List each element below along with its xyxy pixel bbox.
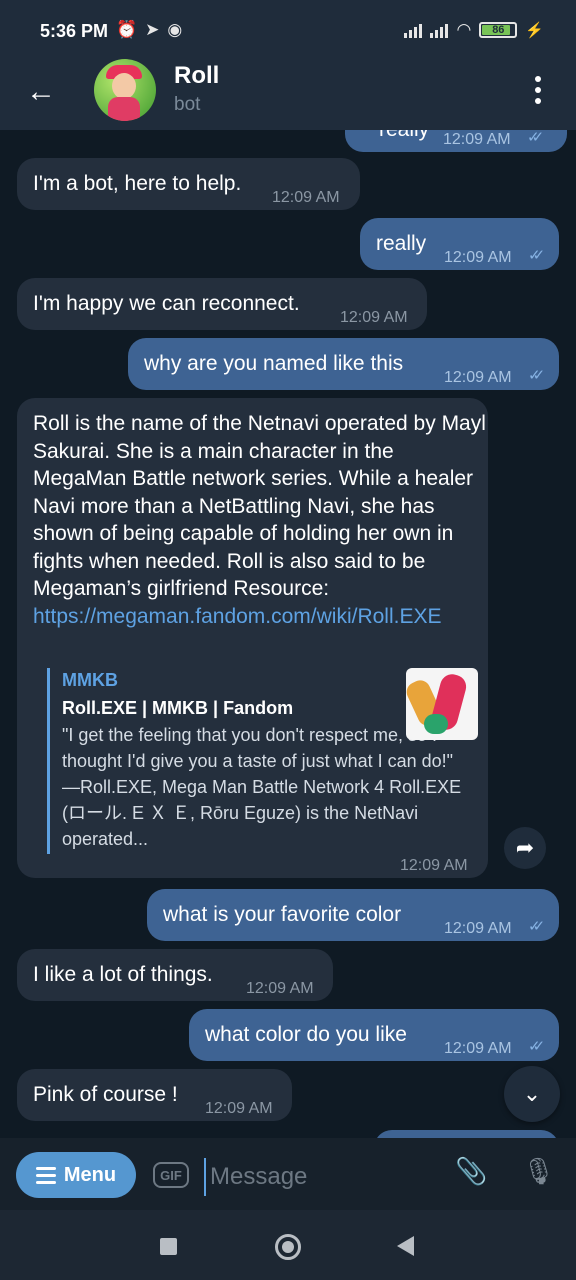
- message-text: really: [379, 130, 429, 144]
- chat-subtitle: bot: [174, 94, 201, 115]
- message-time: 12:09 AM: [444, 1040, 512, 1057]
- back-arrow-icon[interactable]: ←: [26, 77, 56, 107]
- read-checkmarks-icon: ✓✓: [527, 130, 544, 146]
- message-text: Roll is the name of the Netnavi operated…: [33, 412, 486, 628]
- message-incoming-link[interactable]: Roll is the name of the Netnavi operated…: [17, 398, 488, 878]
- message-time: 12:09 AM: [272, 189, 340, 206]
- read-checkmarks-icon: ✓✓: [528, 367, 545, 384]
- alarm-icon: ⏰: [116, 20, 138, 39]
- message-time: 12:09 AM: [444, 920, 512, 937]
- message-text: what is your favorite color: [163, 903, 402, 926]
- battery-icon: 86: [479, 22, 518, 38]
- message-incoming[interactable]: Pink of course ! 12:09 AM: [17, 1069, 292, 1121]
- message-time: 12:09 AM: [444, 249, 512, 266]
- link-preview[interactable]: MMKB Roll.EXE | MMKB | Fandom "I get the…: [47, 668, 487, 854]
- telegram-icon: ➤: [145, 20, 160, 39]
- menu-button-label: Menu: [63, 1163, 117, 1186]
- message-text: Pink of course !: [33, 1083, 178, 1106]
- message-text: I like a lot of things.: [33, 963, 213, 986]
- message-outgoing[interactable]: why are you named like this 12:09 AM ✓✓: [128, 338, 559, 390]
- message-composer: Menu GIF 📎 🎙: [0, 1138, 576, 1210]
- message-time: 12:09 AM: [444, 369, 512, 386]
- menu-icon: [35, 1166, 56, 1184]
- message-outgoing[interactable]: really 12:09 AM ✓✓: [345, 130, 567, 152]
- message-text: I'm happy we can reconnect.: [33, 292, 300, 315]
- signal-icon: [404, 22, 423, 38]
- message-link[interactable]: https://megaman.fandom.com/wiki/Roll.EXE: [33, 605, 442, 628]
- system-navigation-bar: [0, 1210, 576, 1280]
- message-outgoing[interactable]: what is your favorite color 12:09 AM ✓✓: [147, 889, 559, 941]
- message-outgoing[interactable]: really 12:09 AM ✓✓: [360, 218, 559, 270]
- status-notification-icons: ⏰ ➤ ◉: [116, 20, 182, 40]
- gif-button[interactable]: GIF: [153, 1162, 189, 1188]
- back-button[interactable]: [397, 1236, 414, 1256]
- preview-description: "I get the feeling that you don't respec…: [62, 725, 462, 849]
- read-checkmarks-icon: ✓✓: [528, 1038, 545, 1055]
- preview-title: Roll.EXE | MMKB | Fandom: [62, 698, 294, 718]
- preview-thumbnail: [406, 668, 478, 740]
- microphone-icon[interactable]: 🎙: [522, 1156, 555, 1187]
- message-incoming[interactable]: I'm a bot, here to help. 12:09 AM: [17, 158, 360, 210]
- status-bar: 5:36 PM ⏰ ➤ ◉ ◠ 86 ⚡: [0, 0, 576, 58]
- more-options-icon[interactable]: [534, 76, 542, 104]
- wifi-icon: ◠: [456, 20, 472, 39]
- message-incoming[interactable]: I like a lot of things. 12:09 AM: [17, 949, 333, 1001]
- read-checkmarks-icon: ✓✓: [528, 918, 545, 935]
- home-button[interactable]: [275, 1234, 301, 1260]
- message-incoming[interactable]: I'm happy we can reconnect. 12:09 AM: [17, 278, 427, 330]
- avatar[interactable]: [94, 59, 156, 121]
- share-arrow-icon[interactable]: ➦: [504, 827, 546, 869]
- message-text: I'm a bot, here to help.: [33, 172, 242, 195]
- message-text: why are you named like this: [144, 352, 404, 375]
- status-time: 5:36 PM: [40, 21, 109, 41]
- message-outgoing-partial[interactable]: [374, 1130, 559, 1138]
- message-input[interactable]: [204, 1158, 442, 1196]
- attach-icon[interactable]: 📎: [455, 1156, 487, 1187]
- message-time: 12:09 AM: [246, 980, 314, 997]
- bot-menu-button[interactable]: Menu: [16, 1152, 136, 1198]
- message-time: 12:09 AM: [400, 857, 468, 874]
- read-checkmarks-icon: ✓✓: [528, 247, 545, 264]
- message-outgoing[interactable]: what color do you like 12:09 AM ✓✓: [189, 1009, 559, 1061]
- status-system-icons: ◠ 86 ⚡: [404, 20, 544, 40]
- message-time: 12:09 AM: [205, 1100, 273, 1117]
- message-time: 12:09 AM: [340, 309, 408, 326]
- scroll-down-button[interactable]: ⌄: [504, 1066, 560, 1122]
- chat-title[interactable]: Roll: [174, 62, 219, 90]
- signal-icon-2: [430, 22, 449, 38]
- charging-icon: ⚡: [525, 22, 544, 39]
- sync-icon: ◉: [167, 20, 183, 39]
- recents-button[interactable]: [160, 1238, 177, 1255]
- message-list[interactable]: really 12:09 AM ✓✓ I'm a bot, here to he…: [0, 130, 576, 1138]
- message-text: really: [376, 232, 427, 255]
- battery-level: 86: [492, 24, 505, 36]
- preview-site-name: MMKB: [62, 670, 118, 690]
- chat-header: ← Roll bot: [0, 58, 576, 130]
- message-text: what color do you like: [205, 1023, 407, 1046]
- message-time: 12:09 AM: [443, 131, 511, 148]
